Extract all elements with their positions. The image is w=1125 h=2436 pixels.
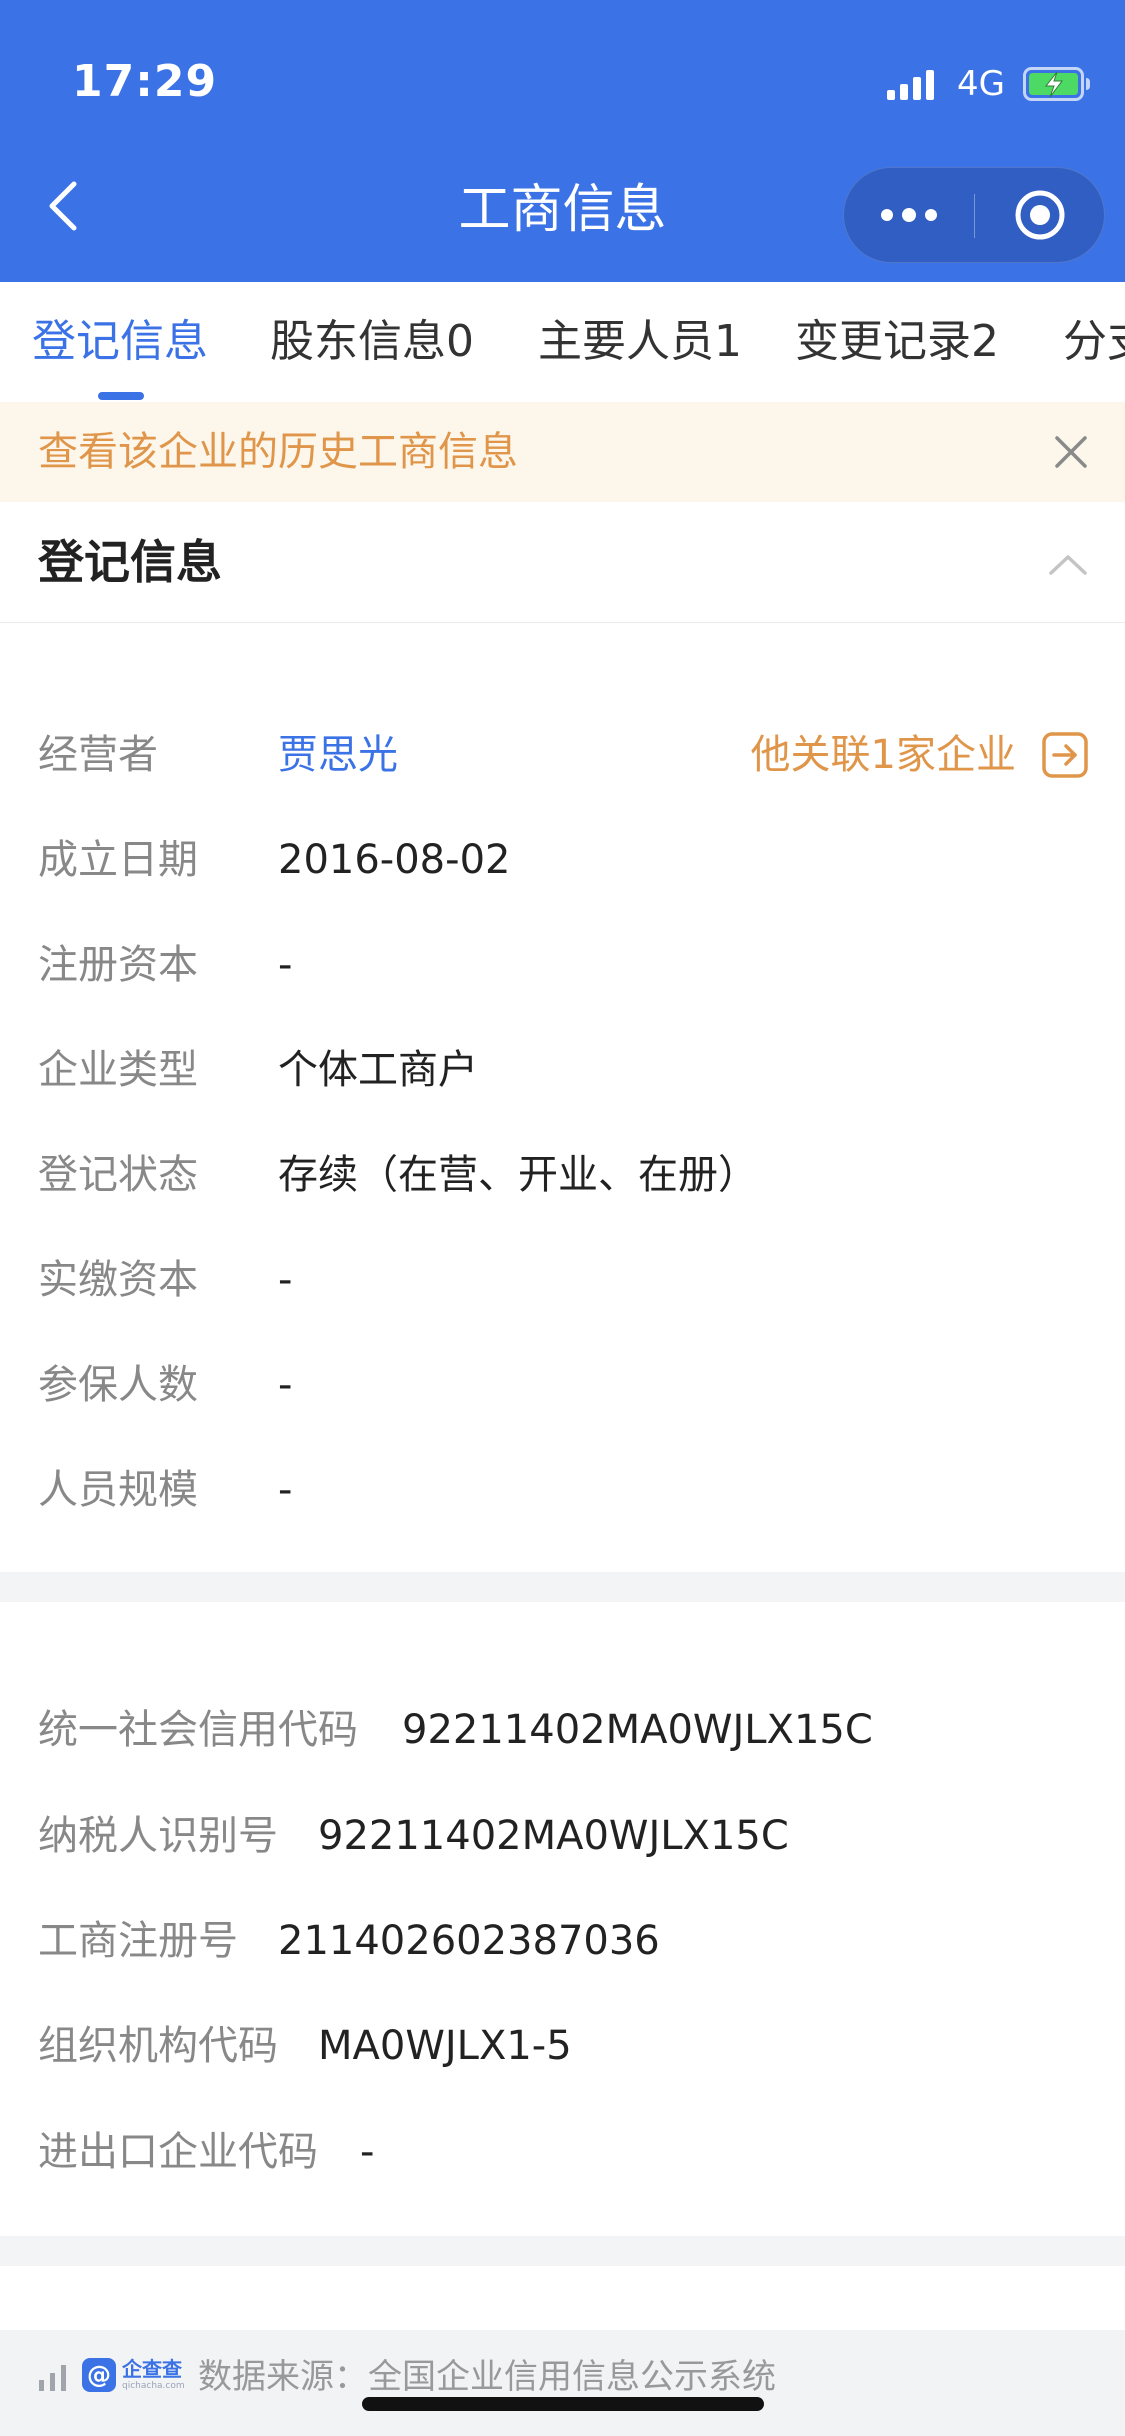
org-code-label: 组织机构代码	[38, 2023, 278, 2069]
founded-row: 成立日期 2016-08-02	[38, 830, 1088, 890]
paid-capital-row: 实缴资本 -	[38, 1250, 1088, 1310]
notice-text[interactable]: 查看该企业的历史工商信息	[38, 422, 518, 482]
tab-change-records[interactable]: 变更记录2	[795, 312, 999, 372]
status-icons: 4G	[887, 62, 1091, 106]
tab-registration[interactable]: 登记信息	[32, 312, 208, 372]
taxpayer-id-value: 92211402MA0WJLX15C	[318, 1813, 789, 1859]
section-header[interactable]: 登记信息	[0, 502, 1125, 623]
more-dots-icon	[881, 208, 937, 222]
reg-status-row: 登记状态 存续（在营、开业、在册）	[38, 1145, 1088, 1205]
company-type-row: 企业类型 个体工商户	[38, 1040, 1088, 1100]
active-tab-indicator	[98, 392, 144, 400]
tab-branches[interactable]: 分支	[1063, 312, 1125, 372]
home-indicator[interactable]	[362, 2397, 764, 2411]
more-button[interactable]	[844, 168, 974, 262]
notice-close-button[interactable]	[1041, 422, 1101, 482]
business-reg-label: 工商注册号	[38, 1918, 238, 1964]
staff-size-row: 人员规模 -	[38, 1460, 1088, 1520]
section-divider	[0, 2236, 1125, 2266]
import-export-label: 进出口企业代码	[38, 2129, 318, 2175]
paid-capital-value: -	[278, 1257, 293, 1303]
data-source-footer: @ 企查查 qichacha.com 数据来源：全国企业信用信息公示系统	[0, 2330, 1125, 2436]
insured-count-row: 参保人数 -	[38, 1355, 1088, 1415]
section-title: 登记信息	[38, 535, 222, 589]
credit-code-label: 统一社会信用代码	[38, 1707, 358, 1753]
org-code-value: MA0WJLX1-5	[318, 2023, 572, 2069]
insured-count-value: -	[278, 1362, 293, 1408]
close-miniprogram-button[interactable]	[975, 168, 1105, 262]
app-header: 17:29 4G 工商信息	[0, 0, 1125, 282]
mini-program-capsule	[843, 167, 1105, 263]
target-circle-icon	[1015, 190, 1065, 240]
company-type-label: 企业类型	[38, 1047, 198, 1093]
section-divider	[0, 1572, 1125, 1602]
history-notice-banner[interactable]: 查看该企业的历史工商信息	[0, 402, 1125, 502]
qichacha-logo-icon: @	[82, 2358, 116, 2392]
battery-icon	[1023, 67, 1090, 101]
taxpayer-id-row: 纳税人识别号 92211402MA0WJLX15C	[38, 1806, 1088, 1866]
collapse-toggle[interactable]	[1041, 538, 1095, 592]
import-export-row: 进出口企业代码 -	[38, 2122, 1088, 2182]
chevron-up-icon	[1049, 555, 1087, 575]
company-type-value: 个体工商户	[278, 1047, 478, 1093]
founded-value: 2016-08-02	[278, 837, 511, 883]
operator-label: 经营者	[38, 732, 158, 778]
tab-shareholders[interactable]: 股东信息0	[270, 312, 474, 372]
founded-label: 成立日期	[38, 837, 198, 883]
qichacha-logo: @ 企查查 qichacha.com	[82, 2358, 185, 2392]
reg-capital-row: 注册资本 -	[38, 935, 1088, 995]
reg-capital-value: -	[278, 942, 293, 988]
reg-status-label: 登记状态	[38, 1152, 198, 1198]
credit-code-value: 92211402MA0WJLX15C	[402, 1707, 873, 1753]
org-code-row: 组织机构代码 MA0WJLX1-5	[38, 2016, 1088, 2076]
related-companies-text: 他关联1家企业	[750, 732, 1016, 778]
business-reg-row: 工商注册号 211402602387036	[38, 1911, 1088, 1971]
operator-name-link[interactable]: 贾思光	[278, 725, 398, 785]
related-companies-link[interactable]: 他关联1家企业	[751, 725, 1088, 785]
credit-code-row: 统一社会信用代码 92211402MA0WJLX15C	[38, 1700, 1088, 1760]
staff-size-value: -	[278, 1467, 293, 1513]
tab-key-personnel[interactable]: 主要人员1	[538, 312, 742, 372]
business-reg-value: 211402602387036	[278, 1918, 660, 1964]
tab-bar: 登记信息 股东信息0 主要人员1 变更记录2 分支	[0, 282, 1125, 402]
close-icon	[1055, 436, 1087, 468]
arrow-right-box-icon	[1042, 732, 1088, 778]
bar-chart-icon	[39, 2365, 66, 2391]
network-type: 4G	[957, 64, 1005, 104]
reg-capital-label: 注册资本	[38, 942, 198, 988]
logo-cn-text: 企查查	[122, 2357, 182, 2381]
import-export-value: -	[360, 2129, 375, 2175]
taxpayer-id-label: 纳税人识别号	[38, 1813, 278, 1859]
data-source-text: 数据来源：全国企业信用信息公示系统	[198, 2357, 776, 2397]
logo-en-text: qichacha.com	[122, 2381, 185, 2391]
status-time: 17:29	[72, 56, 218, 107]
operator-row: 经营者 贾思光 他关联1家企业	[38, 725, 1088, 785]
insured-count-label: 参保人数	[38, 1362, 198, 1408]
staff-size-label: 人员规模	[38, 1467, 198, 1513]
reg-status-value: 存续（在营、开业、在册）	[278, 1152, 758, 1198]
paid-capital-label: 实缴资本	[38, 1257, 198, 1303]
signal-icon	[887, 68, 939, 100]
